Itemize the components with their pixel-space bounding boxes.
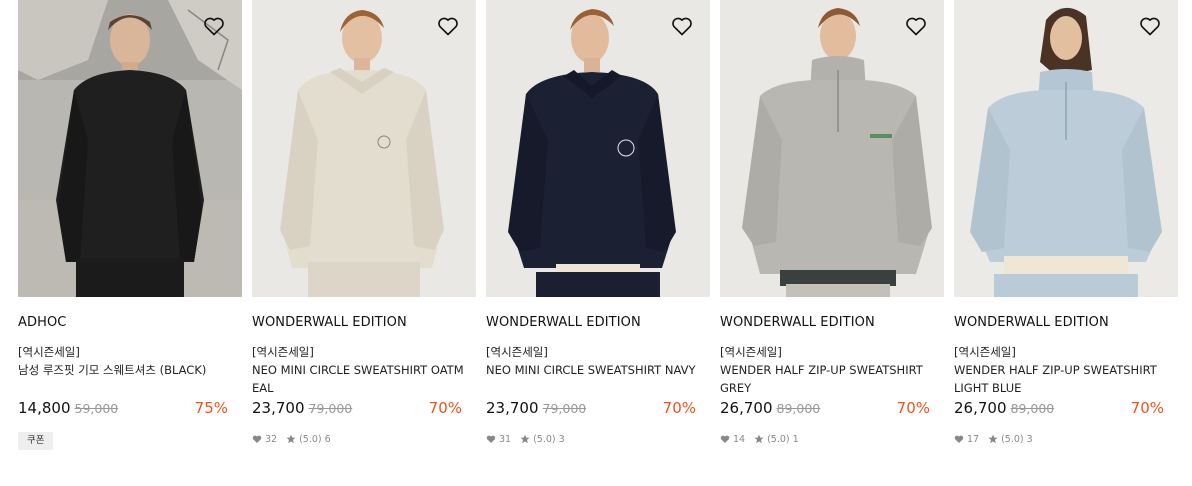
sale-tag: [역시즌세일] (954, 345, 1016, 359)
like-count: 32 (265, 433, 278, 445)
product-name[interactable]: WENDER HALF ZIP-UP SWEATSHIRT GREY (720, 361, 932, 397)
brand-name[interactable]: ADHOC (18, 315, 242, 331)
rating-score: (5.0) (1001, 433, 1024, 445)
heart-outline-icon[interactable] (670, 14, 694, 38)
price-row: 23,700 79,000 70% (252, 397, 476, 419)
sale-price: 23,700 (252, 399, 305, 417)
price-row: 23,700 79,000 70% (486, 397, 710, 419)
star-icon (286, 434, 296, 444)
heart-filled-icon (252, 435, 262, 443)
original-price: 89,000 (776, 401, 821, 416)
product-stats: 31 (5.0) 3 (486, 432, 710, 446)
like-count: 14 (733, 433, 746, 445)
sale-tag: [역시즌세일] (720, 345, 782, 359)
original-price: 59,000 (74, 401, 119, 416)
discount-rate: 70% (896, 399, 930, 417)
like-count: 31 (499, 433, 512, 445)
product-card[interactable]: ADHOC [역시즌세일] 남성 루즈핏 기모 스웨트셔츠 (BLACK) 14… (18, 0, 242, 450)
product-grid: ADHOC [역시즌세일] 남성 루즈핏 기모 스웨트셔츠 (BLACK) 14… (18, 0, 1178, 450)
sale-price: 14,800 (18, 399, 71, 417)
product-photo (252, 0, 476, 297)
sale-tag: [역시즌세일] (18, 345, 80, 359)
brand-name[interactable]: WONDERWALL EDITION (954, 315, 1178, 331)
original-price: 79,000 (308, 401, 353, 416)
heart-outline-icon[interactable] (904, 14, 928, 38)
heart-filled-icon (486, 435, 496, 443)
product-card[interactable]: WONDERWALL EDITION [역시즌세일] NEO MINI CIRC… (252, 0, 476, 450)
product-name[interactable]: WENDER HALF ZIP-UP SWEATSHIRT LIGHT BLUE (954, 361, 1166, 397)
brand-name[interactable]: WONDERWALL EDITION (252, 315, 476, 331)
product-name[interactable]: 남성 루즈핏 기모 스웨트셔츠 (BLACK) (18, 361, 230, 397)
coupon-badge: 쿠폰 (18, 432, 54, 450)
brand-name[interactable]: WONDERWALL EDITION (486, 315, 710, 331)
brand-name[interactable]: WONDERWALL EDITION (720, 315, 944, 331)
sale-tag: [역시즌세일] (486, 345, 548, 359)
sale-price: 26,700 (954, 399, 1007, 417)
rating-score: (5.0) (533, 433, 556, 445)
price-row: 14,800 59,000 75% (18, 397, 242, 419)
product-stats: 17 (5.0) 3 (954, 432, 1178, 446)
product-card[interactable]: WONDERWALL EDITION [역시즌세일] WENDER HALF Z… (720, 0, 944, 450)
product-photo (18, 0, 242, 297)
product-image[interactable] (486, 0, 710, 297)
discount-rate: 70% (428, 399, 462, 417)
product-name[interactable]: NEO MINI CIRCLE SWEATSHIRT OATMEAL (252, 361, 464, 397)
product-photo (486, 0, 710, 297)
heart-outline-icon[interactable] (436, 14, 460, 38)
star-icon (754, 434, 764, 444)
like-count: 17 (967, 433, 980, 445)
sale-price: 26,700 (720, 399, 773, 417)
product-image[interactable] (954, 0, 1178, 297)
star-icon (988, 434, 998, 444)
discount-rate: 70% (1130, 399, 1164, 417)
product-stats: 32 (5.0) 6 (252, 432, 476, 446)
price-row: 26,700 89,000 70% (720, 397, 944, 419)
rating-score: (5.0) (299, 433, 322, 445)
star-icon (520, 434, 530, 444)
review-count: 6 (324, 433, 331, 445)
discount-rate: 75% (194, 399, 228, 417)
product-image[interactable] (720, 0, 944, 297)
sale-tag: [역시즌세일] (252, 345, 314, 359)
product-photo (954, 0, 1178, 297)
product-image[interactable] (252, 0, 476, 297)
product-photo (720, 0, 944, 297)
product-card[interactable]: WONDERWALL EDITION [역시즌세일] NEO MINI CIRC… (486, 0, 710, 450)
review-count: 3 (558, 433, 565, 445)
heart-filled-icon (720, 435, 730, 443)
product-name[interactable]: NEO MINI CIRCLE SWEATSHIRT NAVY (486, 361, 698, 397)
heart-filled-icon (954, 435, 964, 443)
original-price: 89,000 (1010, 401, 1055, 416)
product-image[interactable] (18, 0, 242, 297)
review-count: 3 (1026, 433, 1033, 445)
product-card[interactable]: WONDERWALL EDITION [역시즌세일] WENDER HALF Z… (954, 0, 1178, 450)
rating-score: (5.0) (767, 433, 790, 445)
review-count: 1 (792, 433, 799, 445)
heart-outline-icon[interactable] (1138, 14, 1162, 38)
heart-outline-icon[interactable] (202, 14, 226, 38)
sale-price: 23,700 (486, 399, 539, 417)
original-price: 79,000 (542, 401, 587, 416)
product-stats: 14 (5.0) 1 (720, 432, 944, 446)
price-row: 26,700 89,000 70% (954, 397, 1178, 419)
discount-rate: 70% (662, 399, 696, 417)
